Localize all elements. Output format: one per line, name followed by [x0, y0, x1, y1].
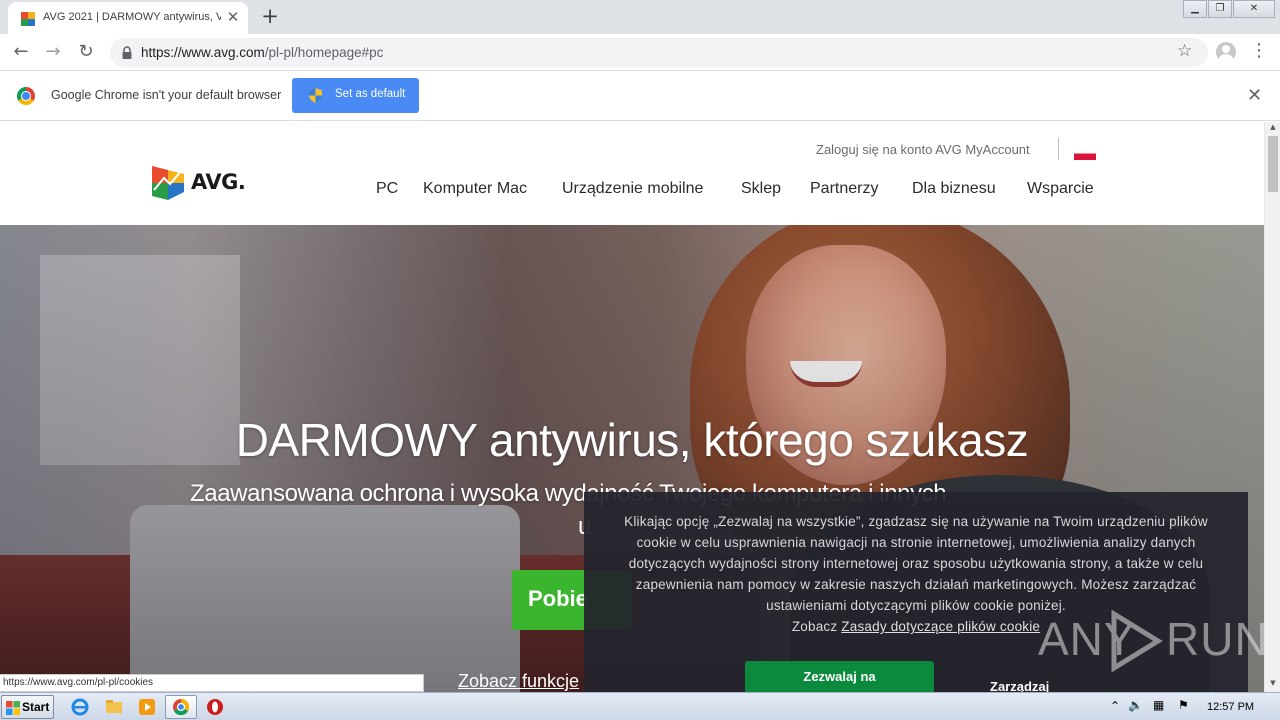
opera-icon[interactable] [205, 697, 225, 717]
default-browser-infobar: Google Chrome isn't your default browser… [0, 71, 1280, 121]
url-text: https://www.avg.com/pl-pl/homepage#pc [141, 45, 384, 60]
watermark-right: RUN [1166, 613, 1269, 665]
nav-item-business[interactable]: Dla biznesu [912, 180, 996, 198]
reload-icon[interactable]: ↻ [74, 40, 98, 64]
nav-item-mobile[interactable]: Urządzenie mobilne [562, 180, 703, 198]
tab-title: AVG 2021 | DARMOWY antywirus, Vi [43, 11, 221, 23]
cookie-see-prefix: Zobacz [791, 619, 838, 634]
windows-logo-icon [6, 701, 20, 715]
nav-item-mac[interactable]: Komputer Mac [423, 180, 527, 198]
scroll-down-icon[interactable]: ▼ [1265, 679, 1280, 691]
start-button[interactable]: Start [1, 695, 54, 719]
new-tab-button[interactable]: + [258, 4, 282, 28]
forward-icon[interactable]: → [41, 40, 65, 64]
close-window-button[interactable]: ✕ [1233, 0, 1275, 18]
page-scrollbar[interactable]: ▲ ▼ [1264, 122, 1280, 692]
profile-avatar-icon[interactable] [1216, 42, 1236, 62]
maximize-button[interactable]: ❐ [1208, 0, 1232, 18]
hero-title: DARMOWY antywirus, którego szukasz [235, 414, 1029, 466]
address-bar[interactable]: https://www.avg.com/pl-pl/homepage#pc ☆ [110, 38, 1208, 67]
tab-close-icon[interactable]: ✕ [224, 8, 242, 26]
play-icon [1111, 610, 1163, 672]
tab-strip: AVG 2021 | DARMOWY antywirus, Vi ✕ + ▁ ❐… [0, 0, 1280, 34]
media-player-icon[interactable] [137, 697, 157, 717]
bookmark-star-icon[interactable]: ☆ [1177, 41, 1192, 61]
network-icon[interactable]: ▦ [1153, 698, 1164, 712]
nav-item-shop[interactable]: Sklep [741, 180, 781, 198]
infobar-close-icon[interactable]: ✕ [1247, 85, 1262, 106]
uac-shield-icon [309, 88, 322, 103]
set-default-label: Set as default [335, 88, 406, 100]
taskbar-clock[interactable]: 12:57 PM [1207, 701, 1254, 713]
features-link[interactable]: Zobacz funkcje [458, 671, 579, 692]
tray-expand-icon[interactable]: ⌃ [1110, 699, 1120, 713]
back-icon[interactable]: ← [9, 40, 33, 64]
volume-icon[interactable]: 🔈 [1128, 698, 1143, 712]
chrome-taskbar-button[interactable] [165, 695, 197, 719]
nav-item-pc[interactable]: PC [376, 180, 398, 198]
chrome-menu-icon[interactable]: ⋮ [1250, 40, 1268, 61]
browser-tab[interactable]: AVG 2021 | DARMOWY antywirus, Vi ✕ [8, 2, 248, 34]
chrome-icon [173, 698, 190, 716]
myaccount-link[interactable]: Zaloguj się na konto AVG MyAccount [816, 142, 1030, 157]
minimize-button[interactable]: ▁ [1183, 0, 1207, 18]
cookie-message: Klikając opcję „Zezwalaj na wszystkie”, … [624, 514, 1208, 613]
anyrun-watermark: ANY RUN [1038, 610, 1268, 672]
nav-item-support[interactable]: Wsparcie [1027, 180, 1094, 198]
status-bar-url: https://www.avg.com/pl-pl/cookies [0, 674, 424, 692]
scroll-thumb[interactable] [1268, 136, 1278, 192]
start-label: Start [22, 700, 50, 714]
header-divider [1058, 138, 1059, 160]
set-default-button[interactable]: Set as default [292, 78, 419, 113]
infobar-message: Google Chrome isn't your default browser [51, 88, 282, 102]
nav-item-partners[interactable]: Partnerzy [810, 180, 878, 198]
avg-logo-mark-icon [152, 166, 184, 200]
poland-flag-icon[interactable] [1074, 147, 1096, 160]
avg-logo-text: AVG. [191, 170, 246, 194]
action-center-flag-icon[interactable]: ⚑ [1178, 698, 1189, 712]
chrome-logo-icon [17, 87, 35, 105]
browser-toolbar: ← → ↻ https://www.avg.com/pl-pl/homepage… [0, 34, 1280, 71]
cookie-policy-link[interactable]: Zasady dotyczące plików cookie [841, 619, 1040, 634]
internet-explorer-icon[interactable] [70, 697, 90, 717]
lock-icon [122, 46, 132, 59]
windows-taskbar: Start ⌃ 🔈 ▦ ⚑ 12:57 PM [0, 692, 1280, 720]
avg-favicon-icon [21, 12, 35, 26]
file-explorer-icon[interactable] [104, 697, 124, 717]
scroll-up-icon[interactable]: ▲ [1265, 123, 1280, 135]
